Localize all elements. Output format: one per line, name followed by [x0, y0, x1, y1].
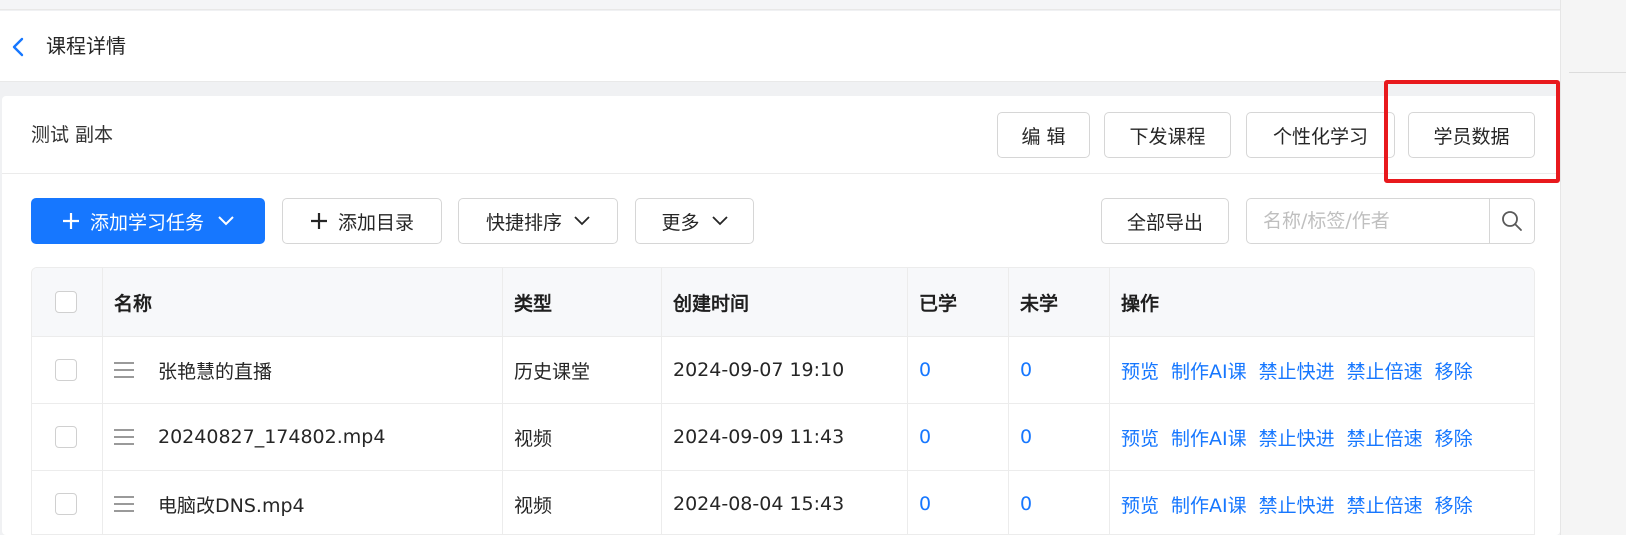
- disable-speed-link[interactable]: 禁止倍速: [1347, 424, 1423, 451]
- column-header-type: 类型: [514, 292, 553, 315]
- personalized-learning-button[interactable]: 个性化学习: [1246, 112, 1395, 158]
- more-button[interactable]: 更多: [635, 198, 754, 244]
- course-name: 测试 副本: [31, 124, 114, 146]
- disable-fast-forward-link[interactable]: 禁止快进: [1259, 491, 1335, 518]
- column-header-actions: 操作: [1121, 292, 1160, 315]
- top-bar: [0, 0, 1560, 10]
- row-learned-count[interactable]: 0: [919, 337, 931, 403]
- plus-icon: [310, 212, 328, 230]
- drag-handle-icon[interactable]: [114, 496, 134, 512]
- add-catalog-label: 添加目录: [337, 211, 414, 234]
- table-row: 20240827_174802.mp4 视频 2024-09-09 11:43 …: [32, 404, 1534, 471]
- column-header-name: 名称: [114, 292, 153, 315]
- search-input[interactable]: [1247, 199, 1489, 243]
- task-table: 名称 类型 创建时间 已学 未学 操作 张艳慧的直播 历史课堂 2024-09-…: [31, 267, 1535, 535]
- row-checkbox[interactable]: [55, 426, 77, 448]
- table-row: 电脑改DNS.mp4 视频 2024-08-04 15:43 0 0 预览 制作…: [32, 471, 1534, 534]
- drag-handle-icon[interactable]: [114, 362, 134, 378]
- export-all-button[interactable]: 全部导出: [1101, 198, 1229, 244]
- table-header: 名称 类型 创建时间 已学 未学 操作: [32, 268, 1534, 337]
- course-info-bar: 测试 副本 编 辑 下发课程 个性化学习 学员数据: [2, 96, 1560, 174]
- row-created-time: 2024-09-09 11:43: [673, 426, 845, 448]
- quick-sort-label: 快捷排序: [485, 211, 562, 234]
- search-button[interactable]: [1489, 199, 1534, 243]
- back-button[interactable]: [8, 35, 28, 59]
- row-learned-count[interactable]: 0: [919, 404, 931, 470]
- row-name: 20240827_174802.mp4: [158, 426, 386, 448]
- plus-icon: [62, 212, 80, 230]
- make-ai-course-link[interactable]: 制作AI课: [1171, 491, 1247, 518]
- disable-fast-forward-link[interactable]: 禁止快进: [1259, 424, 1335, 451]
- disable-fast-forward-link[interactable]: 禁止快进: [1259, 357, 1335, 384]
- row-type: 视频: [514, 427, 553, 450]
- more-label: 更多: [661, 211, 700, 234]
- chevron-down-icon: [218, 216, 234, 226]
- export-all-label: 全部导出: [1126, 211, 1203, 234]
- add-learning-task-button[interactable]: 添加学习任务: [31, 198, 265, 244]
- page-header: 课程详情: [0, 11, 1560, 82]
- row-created-time: 2024-08-04 15:43: [673, 493, 845, 515]
- add-learning-task-label: 添加学习任务: [89, 211, 204, 234]
- select-all-checkbox[interactable]: [55, 291, 77, 313]
- remove-link[interactable]: 移除: [1435, 357, 1473, 384]
- quick-sort-button[interactable]: 快捷排序: [458, 198, 618, 244]
- table-row: 张艳慧的直播 历史课堂 2024-09-07 19:10 0 0 预览 制作AI…: [32, 337, 1534, 404]
- preview-link[interactable]: 预览: [1121, 357, 1159, 384]
- column-header-created: 创建时间: [673, 292, 750, 315]
- make-ai-course-link[interactable]: 制作AI课: [1171, 357, 1247, 384]
- row-unlearned-count[interactable]: 0: [1020, 337, 1032, 403]
- row-checkbox[interactable]: [55, 359, 77, 381]
- remove-link[interactable]: 移除: [1435, 491, 1473, 518]
- disable-speed-link[interactable]: 禁止倍速: [1347, 357, 1423, 384]
- row-name: 张艳慧的直播: [158, 360, 273, 383]
- distribute-course-button[interactable]: 下发课程: [1104, 112, 1231, 158]
- make-ai-course-link[interactable]: 制作AI课: [1171, 424, 1247, 451]
- chevron-down-icon: [711, 216, 728, 226]
- search-icon: [1502, 211, 1522, 231]
- distribute-course-label: 下发课程: [1129, 125, 1206, 148]
- preview-link[interactable]: 预览: [1121, 491, 1159, 518]
- row-unlearned-count[interactable]: 0: [1020, 471, 1032, 534]
- remove-link[interactable]: 移除: [1435, 424, 1473, 451]
- edit-button[interactable]: 编 辑: [997, 112, 1090, 158]
- page-title: 课程详情: [46, 34, 126, 58]
- row-unlearned-count[interactable]: 0: [1020, 404, 1032, 470]
- row-checkbox[interactable]: [55, 493, 77, 515]
- chevron-left-icon: [12, 37, 24, 57]
- row-learned-count[interactable]: 0: [919, 471, 931, 534]
- search-box: [1246, 198, 1535, 244]
- personalized-learning-label: 个性化学习: [1272, 125, 1368, 148]
- drag-handle-icon[interactable]: [114, 429, 134, 445]
- right-edge-panel: [1560, 0, 1626, 535]
- add-catalog-button[interactable]: 添加目录: [282, 198, 442, 244]
- student-data-button[interactable]: 学员数据: [1408, 112, 1535, 158]
- row-type: 历史课堂: [514, 360, 591, 383]
- column-header-learned: 已学: [919, 292, 958, 315]
- row-created-time: 2024-09-07 19:10: [673, 359, 845, 381]
- row-type: 视频: [514, 494, 553, 517]
- column-header-unlearned: 未学: [1020, 292, 1059, 315]
- row-name: 电脑改DNS.mp4: [158, 494, 305, 517]
- edit-button-label: 编 辑: [1021, 125, 1066, 148]
- preview-link[interactable]: 预览: [1121, 424, 1159, 451]
- disable-speed-link[interactable]: 禁止倍速: [1347, 491, 1423, 518]
- divider: [1569, 72, 1626, 73]
- chevron-down-icon: [574, 216, 590, 226]
- student-data-label: 学员数据: [1433, 125, 1510, 148]
